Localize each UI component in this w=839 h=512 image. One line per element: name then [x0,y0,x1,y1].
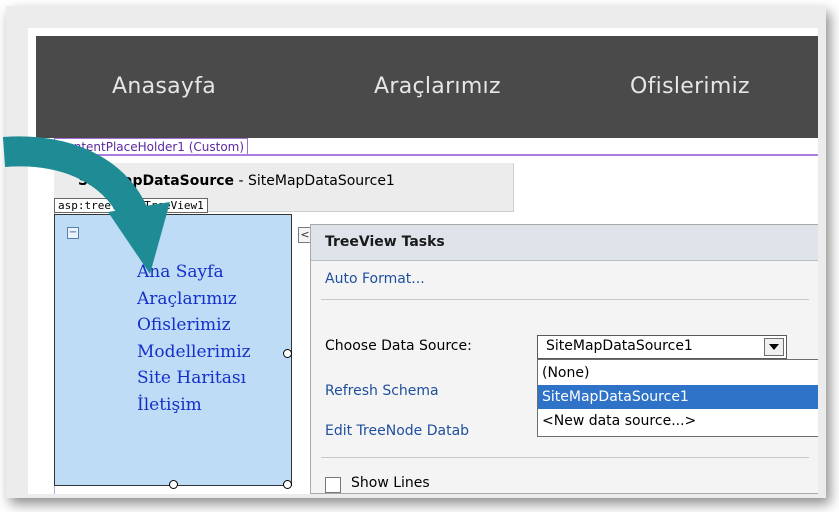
tasks-divider [321,299,809,300]
show-lines-label: Show Lines [351,475,430,491]
data-source-selected-value: SiteMapDataSource1 [546,338,693,354]
tree-node-modellerimiz[interactable]: Modellerimiz [137,339,251,366]
show-lines-checkbox[interactable] [325,477,341,493]
resize-handle-corner[interactable] [283,480,292,489]
content-placeholder-border [54,154,818,156]
refresh-schema-link[interactable]: Refresh Schema [325,383,439,399]
choose-data-source-label: Choose Data Source: [325,338,472,354]
design-surface: Anasayfa Araçlarımız Ofislerimiz Content… [28,28,818,494]
collapse-icon[interactable]: − [67,227,79,239]
data-source-select[interactable]: SiteMapDataSource1 [537,335,787,359]
datasource-type: SiteMapDataSource [78,173,235,189]
resize-handle-bottom[interactable] [169,480,178,489]
treeview-control[interactable]: − Ana Sayfa Araçlarımız Ofislerimiz Mode… [54,214,292,486]
tree-node-ofislerimiz[interactable]: Ofislerimiz [137,312,251,339]
datasource-separator: - [234,173,248,189]
tree-node-iletisim[interactable]: İletişim [137,392,251,419]
resize-handle-right[interactable] [283,349,292,358]
edit-treenode-databindings-link[interactable]: Edit TreeNode Datab [325,423,469,439]
dropdown-option-none[interactable]: (None) [538,361,818,385]
screenshot-frame: Anasayfa Araçlarımız Ofislerimiz Content… [6,6,826,498]
tasks-divider-bottom [321,457,809,458]
navigation-bar: Anasayfa Araçlarımız Ofislerimiz [36,36,818,138]
treeview-tasks-panel: TreeView Tasks Auto Format... Choose Dat… [310,224,818,494]
nav-item-araclarimiz[interactable]: Araçlarımız [374,74,501,99]
dropdown-option-new-data-source[interactable]: <New data source...> [538,409,818,433]
auto-format-link[interactable]: Auto Format... [325,271,425,287]
tree-node-araclarimiz[interactable]: Araçlarımız [137,286,251,313]
tree-node-ana-sayfa[interactable]: Ana Sayfa [137,259,251,286]
tasks-title: TreeView Tasks [311,225,818,261]
treeview-tag[interactable]: asp:treeview#TreeView1 [54,198,208,213]
datasource-id: SiteMapDataSource1 [248,173,395,189]
nav-item-ofislerimiz[interactable]: Ofislerimiz [630,74,750,99]
nav-item-anasayfa[interactable]: Anasayfa [112,74,216,99]
chevron-down-icon[interactable] [764,338,784,356]
sitemap-datasource-label: SiteMapDataSource - SiteMapDataSource1 [78,173,395,189]
tree-node-list: Ana Sayfa Araçlarımız Ofislerimiz Modell… [137,259,251,418]
tree-node-site-haritasi[interactable]: Site Haritası [137,365,251,392]
dropdown-option-sitemapdatasource1[interactable]: SiteMapDataSource1 [538,385,818,409]
data-source-dropdown[interactable]: (None) SiteMapDataSource1 <New data sour… [537,359,818,437]
